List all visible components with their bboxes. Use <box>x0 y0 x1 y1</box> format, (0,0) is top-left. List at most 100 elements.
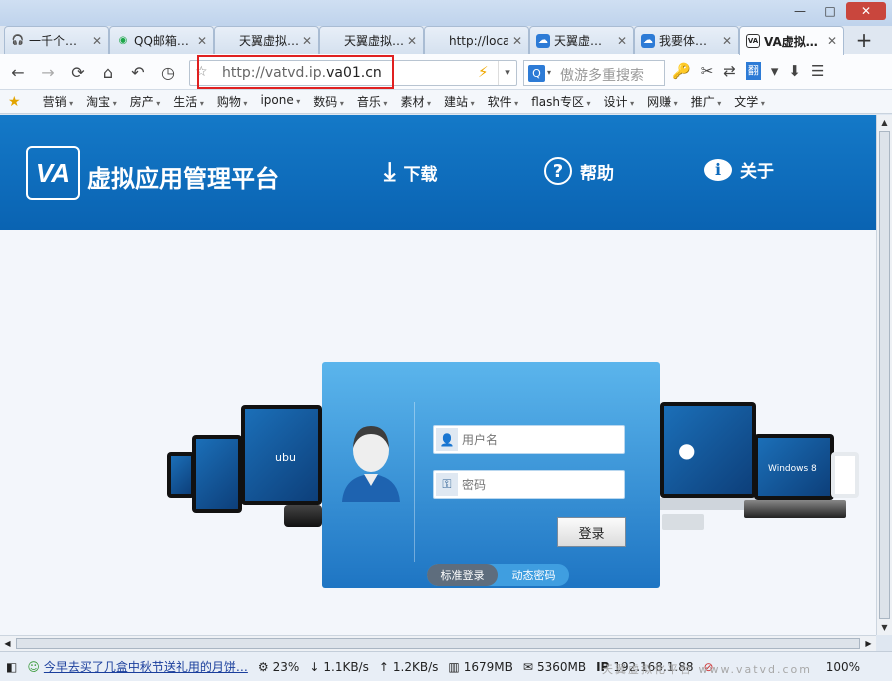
blank-icon <box>221 34 235 48</box>
total-memory-value: 5360MB <box>536 659 587 674</box>
tab-close-icon[interactable]: ✕ <box>827 34 837 48</box>
bookmark-folder[interactable]: 素材 <box>400 93 431 110</box>
bookmark-folder[interactable]: 房产 <box>130 93 161 110</box>
menu-icon[interactable]: ☰ <box>811 62 824 80</box>
horizontal-scroll-thumb[interactable] <box>16 638 860 649</box>
tab-8[interactable]: VA VA虚拟… ✕ <box>739 26 844 55</box>
tab-6[interactable]: ☁ 天翼虚… ✕ <box>529 26 634 54</box>
news-text[interactable]: 今早去买了几盒中秋节送礼用的月饼… <box>44 658 248 675</box>
watermark: 天翼虚拟化平台 www.vatvd.com <box>601 663 812 676</box>
download-speed-value: 1.1KB/s <box>323 659 369 674</box>
bookmark-folder[interactable]: 音乐 <box>357 93 388 110</box>
bookmark-folder[interactable]: 设计 <box>604 93 635 110</box>
standard-login-tab[interactable]: 标准登录 <box>427 564 498 586</box>
tab-close-icon[interactable]: ✕ <box>407 34 417 48</box>
back-button[interactable]: ← <box>8 62 28 82</box>
refresh-button[interactable]: ⟳ <box>68 62 88 82</box>
scroll-right-arrow[interactable]: ▶ <box>861 636 876 651</box>
window-controls: — □ ✕ <box>786 2 886 20</box>
bookmark-folder[interactable]: 文学 <box>734 93 765 110</box>
password-input[interactable] <box>462 474 622 495</box>
status-bar: ◧ ☺ 今早去买了几盒中秋节送礼用的月饼… ⚙ 23% ↓ 1.1KB/s ↑ 1.2K… <box>0 651 892 681</box>
memory-icon: ▥ <box>448 659 460 674</box>
tab-label: 我要体… <box>659 34 708 48</box>
bookmark-folder[interactable]: 软件 <box>488 93 519 110</box>
bookmark-folder[interactable]: 建站 <box>444 93 475 110</box>
bookmark-folder[interactable]: 网赚 <box>647 93 678 110</box>
scissors-icon[interactable]: ✂ <box>701 62 714 80</box>
sidebar-toggle-icon[interactable]: ◧ <box>6 660 17 674</box>
bookmark-star-icon[interactable]: ★ <box>8 94 21 110</box>
url-dropdown-button[interactable]: ▾ <box>498 61 516 85</box>
apple-monitor: ● <box>660 402 756 498</box>
close-window-button[interactable]: ✕ <box>846 2 886 20</box>
search-box[interactable]: Q ▾ 傲游多重搜索 <box>523 60 665 86</box>
news-item[interactable]: ☺ 今早去买了几盒中秋节送礼用的月饼… <box>27 658 248 675</box>
search-placeholder: 傲游多重搜索 <box>560 68 644 84</box>
history-button[interactable]: ◷ <box>158 62 178 82</box>
nav-download[interactable]: ⤓ 下载 <box>384 157 438 188</box>
upload-speed-value: 1.2KB/s <box>392 659 439 674</box>
undo-close-button[interactable]: ↶ <box>128 62 148 82</box>
forward-button[interactable]: → <box>38 62 58 82</box>
tab-close-icon[interactable]: ✕ <box>617 34 627 48</box>
translate-icon[interactable]: 翻 <box>745 62 761 80</box>
nav-help[interactable]: ? 帮助 <box>544 157 614 185</box>
search-engine-dropdown-icon[interactable]: ▾ <box>547 68 551 77</box>
windows-laptop: Windows 8 <box>754 434 834 500</box>
bookmark-folder[interactable]: 购物 <box>217 93 248 110</box>
lightning-icon[interactable]: ⚡ <box>478 63 489 81</box>
tab-close-icon[interactable]: ✕ <box>197 34 207 48</box>
tab-close-icon[interactable]: ✕ <box>722 34 732 48</box>
bookmark-folder[interactable]: 生活 <box>173 93 204 110</box>
vertical-scrollbar[interactable]: ▲ ▼ <box>876 115 892 635</box>
tab-7[interactable]: ☁ 我要体… ✕ <box>634 26 739 54</box>
new-tab-button[interactable]: + <box>844 26 884 54</box>
minimize-button[interactable]: — <box>786 2 814 20</box>
dynamic-password-tab[interactable]: 动态密码 <box>498 564 569 586</box>
tab-3[interactable]: 天翼虚拟… ✕ <box>214 26 319 54</box>
scroll-left-arrow[interactable]: ◀ <box>0 636 15 651</box>
tab-5[interactable]: http://local… ✕ <box>424 26 529 54</box>
bookmark-folder[interactable]: 营销 <box>43 93 74 110</box>
tab-label: QQ邮箱… <box>134 34 189 48</box>
mail-icon: ✉ <box>522 659 533 674</box>
nav-about[interactable]: ℹ 关于 <box>704 157 774 182</box>
cpu-usage: ⚙ 23% <box>258 660 299 674</box>
tab-close-icon[interactable]: ✕ <box>512 34 522 48</box>
scroll-down-arrow[interactable]: ▼ <box>877 620 892 635</box>
username-input[interactable] <box>462 429 622 450</box>
tab-close-icon[interactable]: ✕ <box>302 34 312 48</box>
cloud-icon: ☁ <box>536 33 550 48</box>
ubuntu-label: ubu <box>275 451 296 464</box>
dropdown-icon[interactable]: ▾ <box>771 62 779 80</box>
vertical-scroll-thumb[interactable] <box>879 131 890 619</box>
key-icon[interactable]: 🔑 <box>672 62 691 80</box>
bookmark-folder[interactable]: ipone <box>260 93 300 110</box>
tab-4[interactable]: 天翼虚拟… ✕ <box>319 26 424 54</box>
maximize-button[interactable]: □ <box>816 2 844 20</box>
scroll-up-arrow[interactable]: ▲ <box>877 115 892 130</box>
ubuntu-monitor: ubu <box>241 405 322 505</box>
zoom-level[interactable]: 100% <box>826 660 860 674</box>
tab-1[interactable]: 🎧 一千个… ✕ <box>4 26 109 54</box>
download-manager-icon[interactable]: ⬇ <box>788 62 801 80</box>
bookmark-folder[interactable]: 数码 <box>313 93 344 110</box>
bookmark-folder[interactable]: 推广 <box>691 93 722 110</box>
tab-close-icon[interactable]: ✕ <box>92 34 102 48</box>
username-field[interactable]: 👤 <box>433 425 625 454</box>
nav-download-label: 下载 <box>403 165 438 185</box>
bookmark-folder[interactable]: flash专区 <box>531 93 590 110</box>
tab-label: VA虚拟… <box>764 34 818 49</box>
switch-icon[interactable]: ⇄ <box>723 62 736 80</box>
bookmark-folder[interactable]: 淘宝 <box>86 93 117 110</box>
search-engine-icon[interactable]: Q <box>528 65 545 82</box>
apple-icon: ● <box>678 438 696 462</box>
password-field[interactable]: ⚿ <box>433 470 625 499</box>
horizontal-scrollbar[interactable]: ◀ ▶ <box>0 635 876 651</box>
login-button[interactable]: 登录 <box>557 517 626 547</box>
tab-label: http://local… <box>449 33 508 48</box>
tab-2[interactable]: ◉ QQ邮箱… ✕ <box>109 26 214 54</box>
home-button[interactable]: ⌂ <box>98 62 118 82</box>
user-icon: 👤 <box>436 428 458 451</box>
